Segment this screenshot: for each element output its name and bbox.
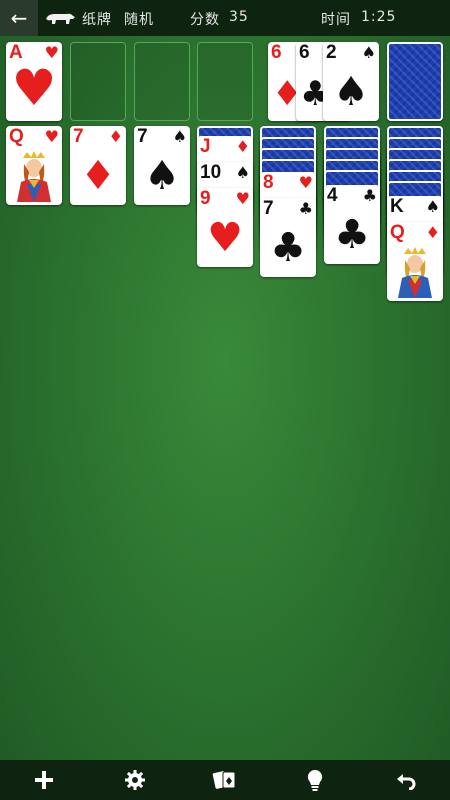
card-suit-center: ♣ — [334, 212, 370, 258]
card-suit: ♥ — [235, 189, 250, 208]
top-bar: ← 纸牌 随机 分数 35 时间 1:25 — [0, 0, 450, 36]
waste-card-top[interactable]: 2 ♠ ♠ — [323, 42, 379, 121]
score-value: 35 — [229, 9, 249, 25]
card-rank: 8 — [263, 172, 274, 193]
back-arrow-icon: ← — [10, 6, 28, 30]
card-rank: 6 — [271, 42, 282, 63]
card-suit-center: ♣ — [270, 225, 306, 271]
card-suit: ♦ — [235, 137, 250, 156]
back-button[interactable]: ← — [0, 0, 38, 36]
gear-icon — [125, 770, 145, 790]
card-suit: ♣ — [298, 199, 313, 218]
tableau-col-6-card-1[interactable]: 4 ♣ ♣ — [324, 185, 380, 264]
foundation-pile-4[interactable] — [197, 42, 253, 121]
card-suit: ♠ — [425, 197, 440, 216]
card-rank: Q — [9, 126, 24, 147]
foundation-pile-2[interactable] — [70, 42, 126, 121]
card-suit: ♦ — [425, 223, 440, 242]
card-suit: ♦ — [108, 127, 123, 146]
settings-button[interactable] — [105, 760, 165, 800]
undo-icon — [397, 774, 416, 790]
card-suit: ♠ — [361, 43, 376, 62]
plus-icon — [35, 771, 53, 789]
card-suit: ♣ — [362, 186, 377, 205]
card-suit: ♠ — [235, 163, 250, 182]
game-mode: 随机 — [124, 12, 154, 28]
new-game-button[interactable] — [14, 760, 74, 800]
card-suit-center: ♦ — [80, 153, 116, 199]
card-suit: ♠ — [172, 127, 187, 146]
card-rank: 9 — [200, 188, 211, 209]
queen-face-icon — [9, 150, 59, 202]
card-rank: 6 — [299, 42, 310, 63]
card-rank: K — [390, 196, 404, 217]
card-suit-center: ♠ — [333, 69, 369, 115]
card-suit-center: ♥ — [207, 215, 243, 261]
lightbulb-icon — [307, 769, 323, 791]
card-rank: J — [200, 136, 211, 157]
tableau-col-5-card-2[interactable]: 7 ♣ ♣ — [260, 198, 316, 277]
card-rank: 7 — [263, 198, 274, 219]
deal-cards-button[interactable] — [195, 760, 255, 800]
polar-bear-logo-icon — [46, 13, 75, 24]
bottom-toolbar — [0, 760, 450, 800]
stock-pile[interactable] — [387, 42, 443, 121]
game-title: 纸牌 — [82, 12, 112, 28]
tableau-col-3-card[interactable]: 7 ♠ ♠ — [134, 126, 190, 205]
score-label: 分数 — [190, 12, 220, 28]
undo-button[interactable] — [376, 760, 436, 800]
time-label: 时间 — [321, 12, 351, 28]
time-value: 1:25 — [361, 9, 397, 25]
cards-icon — [212, 771, 236, 789]
foundation-pile-3[interactable] — [134, 42, 190, 121]
hint-button[interactable] — [285, 760, 345, 800]
tableau-col-1-card[interactable]: Q ♥ — [6, 126, 62, 205]
card-suit: ♥ — [298, 173, 313, 192]
card-rank: 4 — [327, 185, 338, 206]
card-rank: 7 — [73, 126, 84, 147]
tableau-col-2-card[interactable]: 7 ♦ ♦ — [70, 126, 126, 205]
tableau-col-7-card-2[interactable]: Q ♦ — [387, 222, 443, 301]
card-rank: 10 — [200, 162, 222, 183]
card-rank: Q — [390, 222, 405, 243]
card-suit-center: ♠ — [144, 153, 180, 199]
card-rank: 2 — [326, 42, 337, 63]
foundation-pile-1[interactable]: A ♥ ♥ — [6, 42, 62, 121]
card-suit-center: ♥ — [11, 59, 57, 117]
card-suit: ♥ — [44, 127, 59, 146]
card-rank: 7 — [137, 126, 148, 147]
tableau-col-4-card-3[interactable]: 9 ♥ ♥ — [197, 188, 253, 267]
queen-face-icon — [390, 246, 440, 298]
